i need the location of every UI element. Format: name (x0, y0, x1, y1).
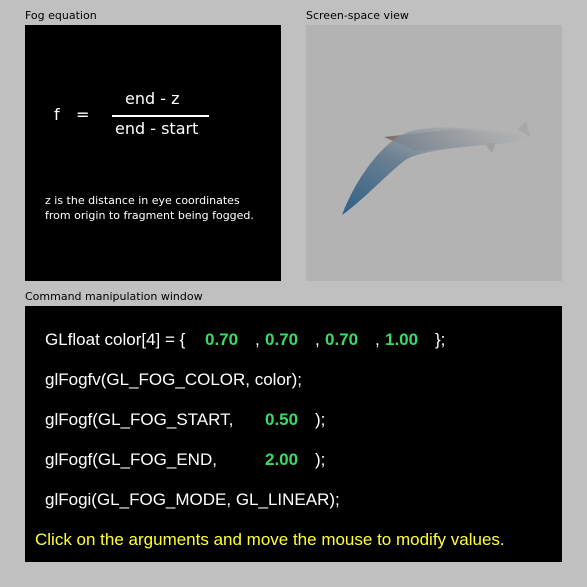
equation-numerator: end - z (125, 89, 180, 108)
fogfv-text: glFogfv(GL_FOG_COLOR, color); (45, 370, 302, 389)
fog-end-prefix: glFogf(GL_FOG_END, (45, 450, 217, 469)
jet-fin (484, 143, 496, 153)
command-window-label: Command manipulation window (25, 290, 203, 303)
comma-2: , (315, 330, 320, 349)
jet-fuselage (342, 127, 528, 215)
fog-end-suffix: ); (315, 450, 326, 469)
color-red-arg[interactable]: 0.70 (205, 330, 238, 350)
fog-end-arg[interactable]: 2.00 (265, 450, 298, 470)
color-suffix: }; (435, 330, 446, 349)
fog-start-suffix: ); (315, 410, 326, 429)
color-alpha-arg[interactable]: 1.00 (385, 330, 418, 350)
equation-note: z is the distance in eye coordinates fro… (45, 193, 254, 223)
comma-3: , (375, 330, 380, 349)
color-prefix: GLfloat color[4] = { (45, 330, 186, 349)
comma-1: , (255, 330, 260, 349)
equation-equals: = (76, 105, 90, 124)
screen-space-view-panel[interactable] (306, 25, 562, 281)
instruction-hint: Click on the arguments and move the mous… (35, 530, 505, 549)
equation-note-line2: from origin to fragment being fogged. (45, 209, 254, 222)
color-blue-arg[interactable]: 0.70 (325, 330, 358, 350)
jet-tail (518, 121, 530, 137)
fog-start-prefix: glFogf(GL_FOG_START, (45, 410, 234, 429)
equation-lhs: f (54, 105, 60, 124)
fog-start-arg[interactable]: 0.50 (265, 410, 298, 430)
fog-equation-label: Fog equation (25, 9, 97, 22)
jet-render (342, 121, 530, 215)
fog-mode-text: glFogi(GL_FOG_MODE, GL_LINEAR); (45, 490, 340, 509)
color-green-arg[interactable]: 0.70 (265, 330, 298, 350)
fog-equation-panel: f = end - z end - start z is the distanc… (25, 25, 281, 281)
command-manipulation-panel: GLfloat color[4] = { 0.70 , 0.70 , 0.70 … (25, 306, 562, 562)
equation-denominator: end - start (115, 119, 199, 138)
screen-space-view-label: Screen-space view (306, 9, 409, 22)
equation-note-line1: z is the distance in eye coordinates (45, 194, 240, 207)
fraction-bar (112, 115, 209, 117)
